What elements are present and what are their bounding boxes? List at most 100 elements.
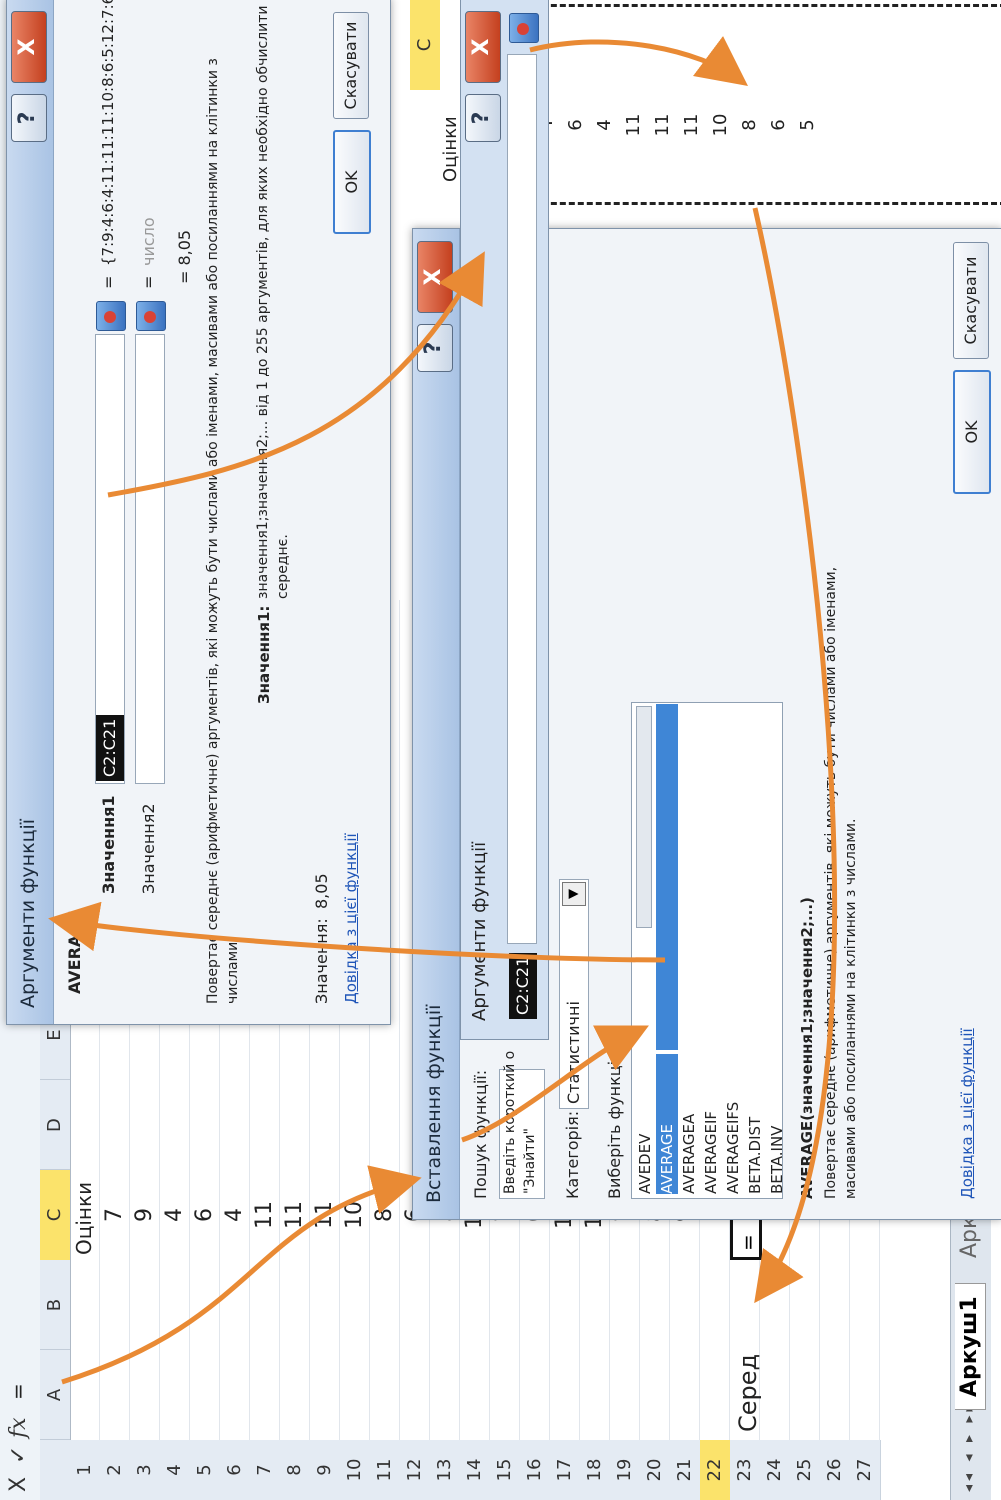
right-grade-cell: 4 [594, 119, 615, 131]
collapse-dialog-icon-2[interactable] [136, 301, 166, 331]
collapsed-bar-ref: C2:C21 [509, 952, 537, 1019]
ok-button[interactable]: OK [333, 130, 371, 234]
collapsed-function-arguments-bar: Аргументи функції C2:C21 ? X [460, 0, 549, 1040]
collapsed-bar-title: Аргументи функції [469, 841, 490, 1021]
arg-help-line-2: середнє. [275, 534, 291, 599]
arg1-input[interactable]: C2:C21 [95, 334, 125, 784]
row-header[interactable]: 22 [700, 1440, 731, 1500]
arg2-input[interactable] [135, 334, 165, 784]
ok-button[interactable]: OK [953, 370, 991, 494]
category-select[interactable]: Статистичні ▼ [559, 879, 589, 1109]
row-header[interactable]: 19 [610, 1440, 641, 1500]
arg-help-line-1: значення1;значення2;... від 1 до 255 арг… [255, 5, 271, 599]
value-label: Значення: [312, 918, 331, 1004]
select-function-label: Виберіть функцію: [605, 1042, 624, 1199]
grade-cell[interactable]: 7 [102, 1180, 127, 1250]
close-icon[interactable]: X [11, 11, 47, 83]
row-header[interactable]: 7 [250, 1440, 281, 1500]
row-header[interactable]: 15 [490, 1440, 521, 1500]
row-header[interactable]: 2 [100, 1440, 131, 1500]
grade-cell[interactable]: 11 [282, 1180, 307, 1250]
row-header[interactable]: 5 [190, 1440, 221, 1500]
sheet-tab-arkush1[interactable]: Аркуш1 [955, 1283, 986, 1410]
search-label: Пошук функції: [471, 1069, 490, 1199]
right-grade-cell: 11 [681, 113, 702, 137]
close-icon[interactable]: X [465, 11, 501, 83]
row-header[interactable]: 24 [760, 1440, 791, 1500]
function-list-item[interactable]: BETA.DIST [744, 1054, 766, 1194]
function-list-item[interactable]: AVERAGEA [678, 1054, 700, 1194]
row-header[interactable]: 6 [220, 1440, 251, 1500]
row-header[interactable]: 14 [460, 1440, 491, 1500]
row-header[interactable]: 21 [670, 1440, 701, 1500]
row-header[interactable]: 16 [520, 1440, 551, 1500]
average-label-cell[interactable]: Серед [734, 1354, 762, 1432]
screenshot-stage: X ✓ fx = A B C D E 1 2 3 4 5 6 7 8 9 10 11 12 13 14 15… [0, 0, 1001, 1500]
arg1-value: C2:C21 [96, 714, 124, 781]
select-all-corner[interactable] [40, 1439, 70, 1500]
close-icon[interactable]: X [417, 241, 453, 313]
grade-cell[interactable]: 8 [372, 1180, 397, 1250]
function-list[interactable]: AVEDEV AVERAGE AVERAGEA AVERAGEIF AVERAGEIFS… [631, 702, 783, 1199]
function-list-item[interactable]: BETA.INV [766, 1054, 783, 1194]
help-link[interactable]: Довідка з цієї функції [342, 833, 360, 1004]
grade-cell[interactable]: 9 [132, 1180, 157, 1250]
row-header[interactable]: 23 [730, 1440, 761, 1500]
row-header[interactable]: 13 [430, 1440, 461, 1500]
cancel-button[interactable]: Скасувати [953, 242, 989, 359]
function-list-item[interactable]: AVEDEV [634, 1054, 656, 1194]
row-header[interactable]: 27 [850, 1440, 881, 1500]
help-icon[interactable]: ? [11, 94, 47, 142]
row-header[interactable]: 9 [310, 1440, 341, 1500]
function-list-item[interactable]: AVERAGE [656, 1054, 678, 1194]
function-list-item[interactable]: AVERAGEIFS [722, 1054, 744, 1194]
row-header[interactable]: 17 [550, 1440, 581, 1500]
help-icon[interactable]: ? [417, 324, 453, 372]
search-input[interactable]: Введіть короткий о "Знайти" [499, 1051, 545, 1199]
list-scrollbar[interactable] [636, 706, 652, 928]
grade-cell[interactable]: 4 [162, 1180, 187, 1250]
grade-cell[interactable]: 6 [192, 1180, 217, 1250]
sheet-nav-arrows-icon[interactable]: ◂◂ ◂ ▸ ▸▸ [961, 1400, 977, 1492]
insert-function-icon[interactable]: fx [6, 1417, 31, 1438]
row-header[interactable]: 20 [640, 1440, 671, 1500]
collapsed-bar-input[interactable] [507, 54, 537, 944]
right-grades-header: Оцінки [440, 116, 461, 182]
grid-line [399, 600, 400, 1440]
row-header[interactable]: 11 [370, 1440, 401, 1500]
column-header-c[interactable]: C [40, 1169, 70, 1260]
row-header[interactable]: 12 [400, 1440, 431, 1500]
row-header[interactable]: 8 [280, 1440, 311, 1500]
grades-header-cell[interactable]: Оцінки [72, 1182, 96, 1255]
row-header[interactable]: 25 [790, 1440, 821, 1500]
arg-help-label: Значення1: [255, 605, 273, 704]
grade-cell[interactable]: 11 [252, 1180, 277, 1250]
row-header[interactable]: 4 [160, 1440, 191, 1500]
row-header[interactable]: 3 [130, 1440, 161, 1500]
arg2-label: Значення2 [139, 803, 158, 894]
confirm-entry-icon[interactable]: ✓ [6, 1446, 31, 1464]
row-header[interactable]: 1 [70, 1440, 101, 1500]
total-result: = 8,05 [175, 229, 194, 284]
column-header-b[interactable]: B [40, 1259, 70, 1350]
column-header-a[interactable]: A [40, 1349, 70, 1440]
help-link[interactable]: Довідка з цієї функції [958, 1028, 976, 1199]
function-list-item[interactable]: AVERAGEIF [700, 1054, 722, 1194]
grade-cell[interactable]: 10 [342, 1180, 367, 1250]
insert-function-title: Вставлення функції [423, 1004, 445, 1203]
grade-cell[interactable]: 11 [312, 1180, 337, 1250]
right-grade-cell: 11 [623, 113, 644, 137]
collapse-dialog-icon[interactable] [96, 301, 126, 331]
right-grade-cell: 6 [768, 119, 789, 131]
row-header[interactable]: 10 [340, 1440, 371, 1500]
row-header[interactable]: 26 [820, 1440, 851, 1500]
expand-dialog-icon[interactable] [509, 13, 539, 43]
chevron-down-icon[interactable]: ▼ [562, 882, 586, 906]
help-icon[interactable]: ? [465, 94, 501, 142]
grade-cell[interactable]: 4 [222, 1180, 247, 1250]
column-header-d[interactable]: D [40, 1079, 70, 1170]
cancel-entry-icon[interactable]: X [6, 1477, 31, 1492]
function-arguments-titlebar: Аргументи функції ? X [7, 0, 54, 1024]
row-header[interactable]: 18 [580, 1440, 611, 1500]
cancel-button[interactable]: Скасувати [333, 12, 369, 119]
